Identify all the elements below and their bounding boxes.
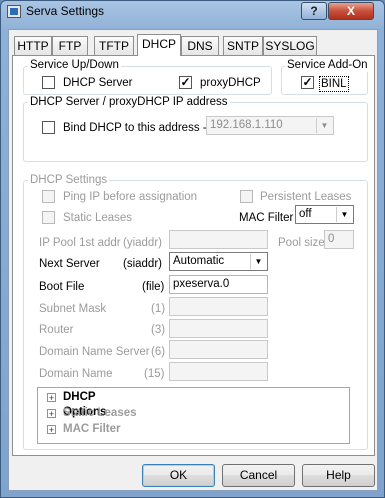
mac-filter-select[interactable]: off ▼: [295, 205, 354, 224]
service-addon-title: Service Add-On: [285, 59, 370, 72]
tab-syslog[interactable]: SYSLOG: [263, 36, 317, 55]
proxydhcp-label: proxyDHCP: [200, 77, 261, 89]
chevron-down-icon: ▼: [316, 118, 332, 133]
tab-http[interactable]: HTTP: [14, 36, 52, 55]
boot-file-label: Boot File: [39, 281, 85, 293]
persistent-leases-checkbox[interactable]: [240, 190, 253, 203]
pool-size-label: Pool size: [278, 237, 325, 249]
dns-tag: (6): [151, 346, 166, 358]
binl-checkbox[interactable]: ✓: [301, 76, 314, 89]
tab-tftp[interactable]: TFTP: [94, 36, 134, 55]
next-server-select[interactable]: Automatic ▼: [169, 252, 268, 271]
chevron-down-icon: ▼: [336, 207, 352, 222]
options-tree: + DHCP Options + Static Leases + MAC Fil…: [37, 387, 350, 444]
tab-dhcp[interactable]: DHCP: [137, 34, 181, 56]
expand-icon[interactable]: +: [47, 393, 56, 403]
tab-dns[interactable]: DNS: [181, 36, 219, 55]
domain-name-tag: (15): [144, 368, 165, 380]
expand-icon[interactable]: +: [47, 409, 56, 419]
tab-ftp[interactable]: FTP: [52, 36, 88, 55]
mac-filter-label: MAC Filter: [239, 212, 294, 224]
help-button[interactable]: Help: [302, 464, 375, 487]
router-label: Router: [39, 324, 74, 336]
dhcp-server-checkbox[interactable]: [42, 76, 55, 89]
subnet-mask-input[interactable]: [169, 297, 268, 316]
next-server-label: Next Server: [39, 258, 100, 270]
tab-sntp[interactable]: SNTP: [223, 36, 263, 55]
chevron-down-icon: ▼: [250, 254, 266, 269]
ip-pool-tag: (yiaddr): [123, 237, 162, 249]
next-server-tag: (siaddr): [123, 258, 162, 270]
static-leases-label: Static Leases: [63, 212, 133, 224]
router-tag: (3): [151, 324, 166, 336]
expand-icon[interactable]: +: [47, 425, 56, 435]
subnet-mask-tag: (1): [151, 303, 166, 315]
persistent-leases-label: Persistent Leases: [260, 191, 352, 203]
tree-item-label: MAC Filter: [63, 423, 121, 435]
binl-label: BINL: [319, 76, 349, 92]
dialog-window: Serva Settings ? X HTTP FTP TFTP DHCP DN…: [0, 0, 385, 498]
window-title: Serva Settings: [26, 4, 105, 18]
domain-name-label: Domain Name: [39, 368, 113, 380]
dhcp-server-label: DHCP Server: [63, 77, 133, 89]
dialog-client: HTTP FTP TFTP DHCP DNS SNTP SYSLOG Servi…: [8, 29, 378, 491]
ping-ip-checkbox[interactable]: [42, 190, 55, 203]
tree-item-label: Static Leases: [63, 407, 137, 419]
subnet-mask-label: Subnet Mask: [39, 303, 107, 315]
dns-label: Domain Name Server: [39, 346, 150, 358]
app-icon: [7, 5, 21, 18]
dns-input[interactable]: [169, 340, 268, 359]
cancel-button[interactable]: Cancel: [222, 464, 295, 487]
static-leases-checkbox[interactable]: [42, 211, 55, 224]
bind-dhcp-checkbox[interactable]: [42, 121, 55, 134]
domain-name-input[interactable]: [169, 362, 268, 381]
router-input[interactable]: [169, 319, 268, 338]
proxydhcp-checkbox[interactable]: ✓: [179, 76, 192, 89]
title-bar[interactable]: Serva Settings ? X: [1, 1, 384, 23]
dhcp-panel: Service Up/Down DHCP Server ✓ proxyDHCP …: [12, 55, 375, 456]
help-title-button[interactable]: ?: [301, 2, 327, 20]
ip-address-title: DHCP Server / proxyDHCP IP address: [28, 96, 230, 109]
boot-file-tag: (file): [142, 281, 165, 293]
ip-pool-label: IP Pool 1st addr: [39, 237, 121, 249]
ip-pool-input[interactable]: [169, 230, 268, 249]
dhcp-settings-title: DHCP Settings: [28, 174, 110, 187]
bind-dhcp-label: Bind DHCP to this address ->: [63, 122, 214, 134]
pool-size-input[interactable]: 0: [324, 230, 354, 249]
boot-file-input[interactable]: pxeserva.0: [169, 275, 268, 294]
service-updown-title: Service Up/Down: [28, 59, 121, 72]
mac-filter-value: off: [299, 208, 312, 220]
ping-ip-label: Ping IP before assignation: [63, 191, 198, 203]
bind-address-value: 192.168.1.110: [210, 119, 283, 131]
bind-address-select[interactable]: 192.168.1.110 ▼: [206, 116, 334, 135]
next-server-value: Automatic: [173, 255, 225, 267]
close-button[interactable]: X: [328, 2, 374, 20]
ok-button[interactable]: OK: [142, 464, 215, 487]
